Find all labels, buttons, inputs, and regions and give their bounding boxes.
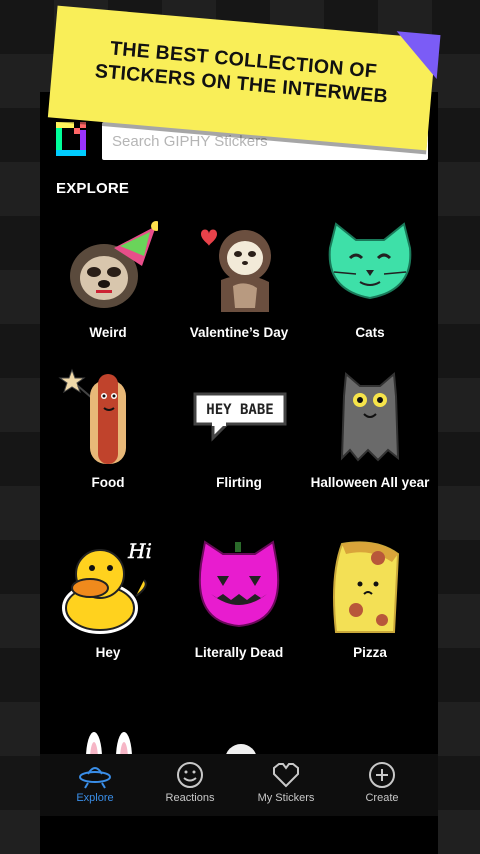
category-hey[interactable]: Hi Hey bbox=[42, 536, 174, 661]
tab-label: Reactions bbox=[165, 792, 215, 804]
category-weird[interactable]: Weird bbox=[42, 216, 174, 341]
hotdog-icon bbox=[58, 368, 126, 464]
hey-babe-speech-bubble-icon: HEY BABE bbox=[193, 392, 287, 442]
pink-jack-o-lantern-cat-icon bbox=[198, 540, 280, 628]
category-label: Food bbox=[91, 475, 125, 490]
tab-my-stickers[interactable]: My Stickers bbox=[236, 754, 336, 816]
plus-circle-icon bbox=[369, 762, 395, 788]
tab-reactions[interactable]: Reactions bbox=[140, 754, 240, 816]
tab-label: My Stickers bbox=[257, 792, 315, 804]
category-valentines-day[interactable]: Valentine’s Day bbox=[173, 216, 305, 341]
giphy-logo-icon bbox=[56, 122, 86, 156]
category-label: Hey bbox=[95, 645, 121, 660]
tab-label: Explore bbox=[76, 792, 114, 804]
explore-heading: EXPLORE bbox=[56, 180, 130, 197]
sloth-party-hat-icon bbox=[70, 221, 158, 308]
category-halloween[interactable]: Halloween All year bbox=[304, 366, 436, 491]
category-label: Flirting bbox=[216, 475, 262, 490]
bubble-text: HEY BABE bbox=[206, 402, 273, 418]
pizza-slice-icon bbox=[333, 541, 400, 633]
category-literally-dead[interactable]: Literally Dead bbox=[173, 536, 305, 661]
category-food[interactable]: Food bbox=[42, 366, 174, 491]
heart-outline-icon bbox=[273, 763, 299, 788]
smiley-face-icon bbox=[177, 762, 203, 788]
category-pizza[interactable]: Pizza bbox=[304, 536, 436, 661]
green-cat-icon bbox=[328, 222, 412, 300]
tab-explore[interactable]: Explore bbox=[45, 754, 145, 816]
tab-label: Create bbox=[365, 792, 399, 804]
bottom-tab-bar: Explore Reactions My Stickers Create bbox=[40, 754, 438, 816]
category-label: Halloween All year bbox=[310, 475, 430, 490]
app-screen: EXPLORE Weird bbox=[40, 92, 438, 854]
rubber-duck-hi-icon: Hi bbox=[62, 539, 152, 634]
ghost-cat-icon bbox=[340, 371, 400, 462]
category-label: Valentine’s Day bbox=[189, 325, 289, 340]
sloth-heart-icon bbox=[201, 229, 271, 312]
category-flirting[interactable]: HEY BABE Flirting bbox=[173, 366, 305, 491]
category-label: Pizza bbox=[353, 645, 387, 660]
category-label: Weird bbox=[89, 325, 127, 340]
category-label: Literally Dead bbox=[194, 645, 284, 660]
bubble-text: Hi bbox=[127, 539, 152, 563]
tab-create[interactable]: Create bbox=[332, 754, 432, 816]
category-label: Cats bbox=[355, 325, 385, 340]
category-cats[interactable]: Cats bbox=[304, 216, 436, 341]
ufo-icon bbox=[79, 767, 111, 789]
